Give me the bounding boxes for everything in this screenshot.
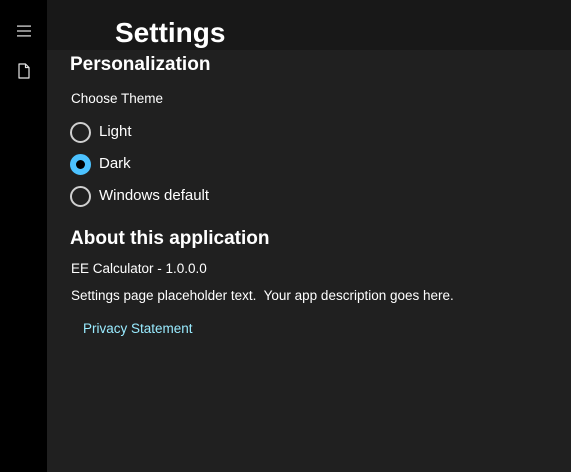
theme-option-light[interactable]: Light: [70, 120, 132, 144]
privacy-statement-link[interactable]: Privacy Statement: [83, 320, 193, 338]
theme-option-windows-default-label: Windows default: [99, 187, 210, 204]
navigation-rail: [0, 0, 47, 472]
theme-option-dark[interactable]: Dark: [70, 152, 131, 176]
radio-light-indicator[interactable]: [70, 121, 91, 143]
settings-content: Personalization Choose Theme Light Dark …: [47, 50, 571, 472]
document-icon: [17, 63, 30, 79]
choose-theme-label: Choose Theme: [71, 91, 164, 106]
radio-windows-default-indicator[interactable]: [70, 185, 91, 207]
app-description: Settings page placeholder text. Your app…: [71, 288, 454, 303]
nav-item-document[interactable]: [0, 51, 47, 91]
personalization-heading: Personalization: [70, 54, 211, 75]
radio-dark-indicator[interactable]: [70, 153, 91, 175]
page-title: Settings: [115, 17, 226, 48]
about-heading: About this application: [70, 228, 270, 249]
theme-option-windows-default[interactable]: Windows default: [70, 184, 209, 208]
theme-option-dark-label: Dark: [99, 155, 131, 172]
hamburger-menu-button[interactable]: [0, 11, 47, 51]
hamburger-menu-icon: [16, 25, 31, 37]
app-version: EE Calculator - 1.0.0.0: [71, 261, 207, 276]
theme-option-light-label: Light: [99, 123, 132, 140]
